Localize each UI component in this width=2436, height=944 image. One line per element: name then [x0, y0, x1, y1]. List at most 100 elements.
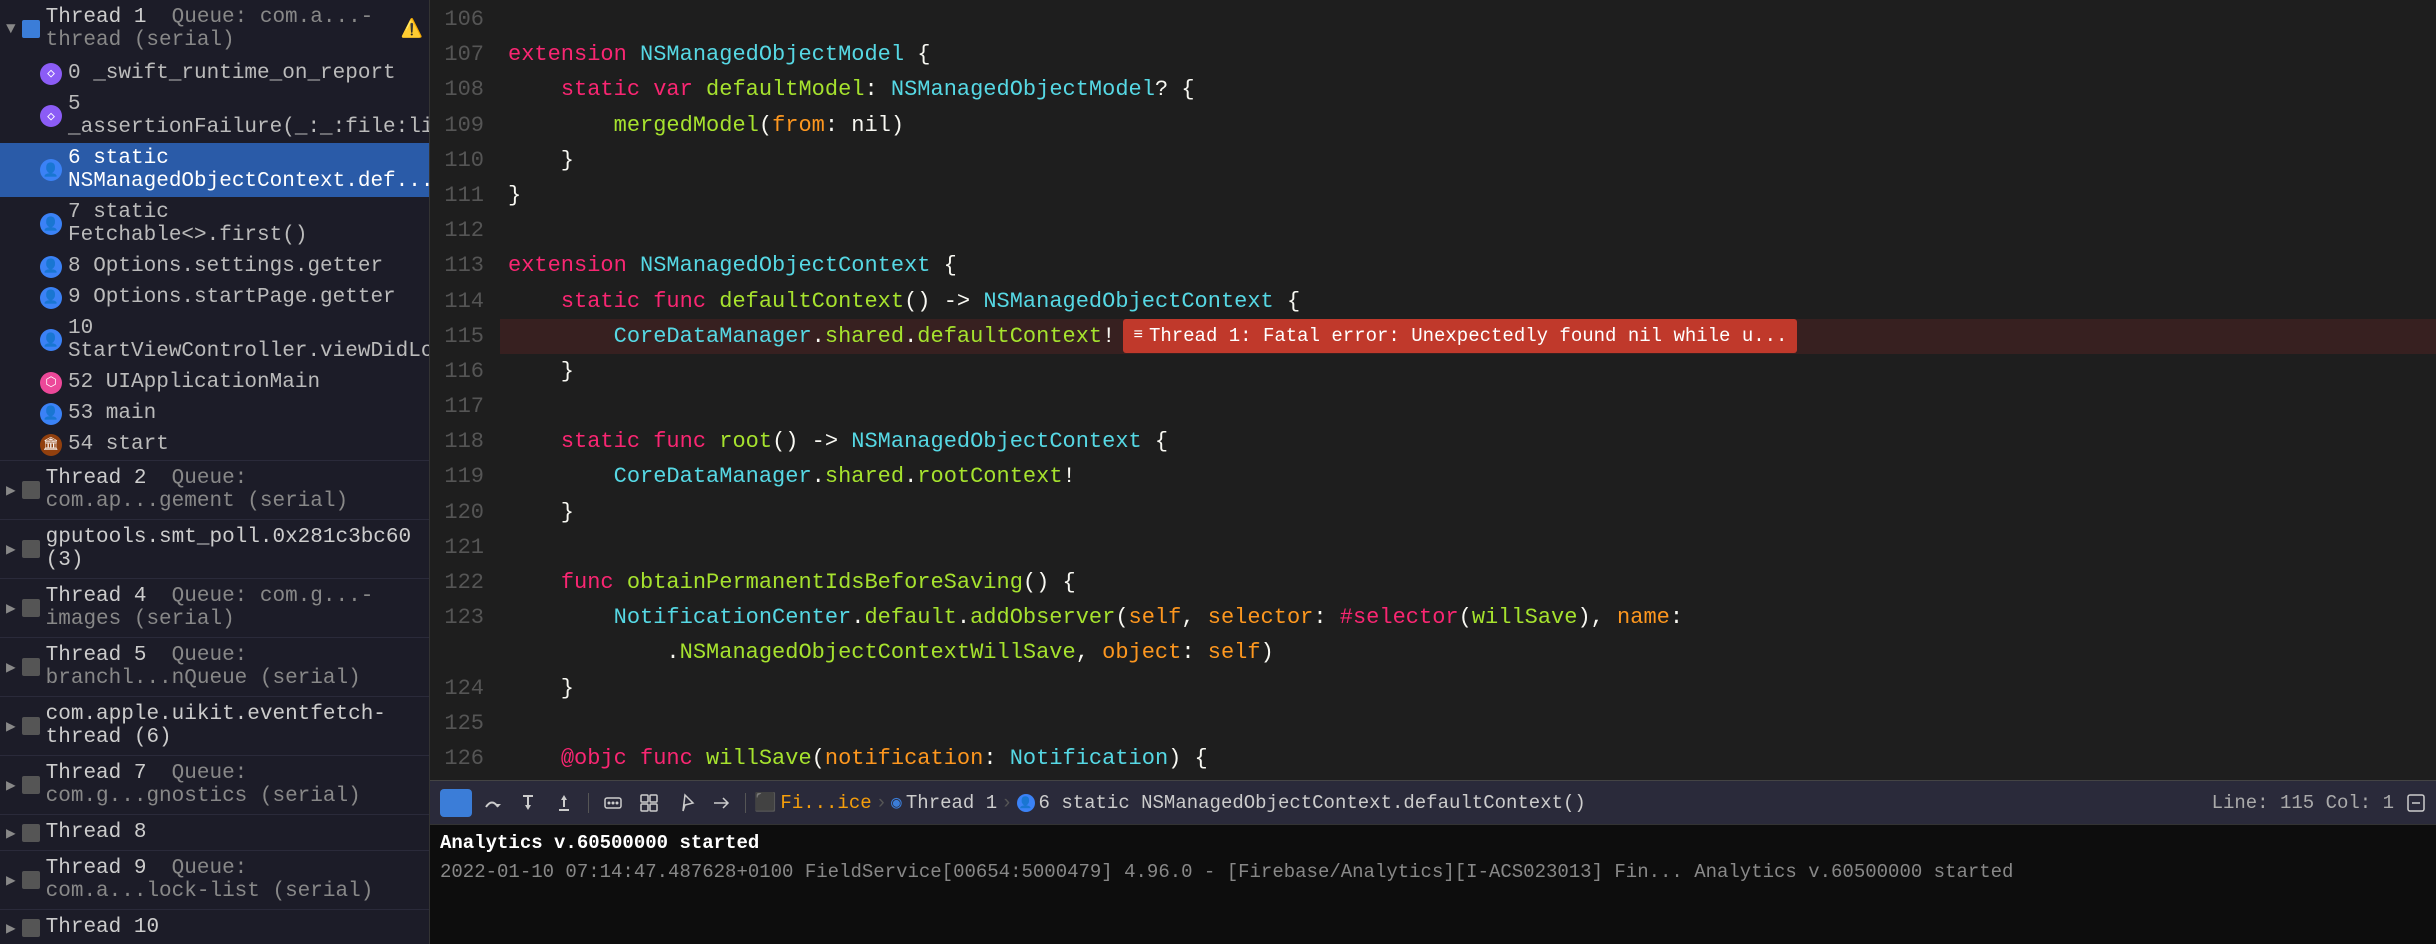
frame-7[interactable]: 👤 7 static Fetchable<>.first(): [0, 197, 429, 251]
param3-123b: object: [1102, 635, 1181, 670]
toolbar-stepover-btn[interactable]: [476, 789, 508, 817]
frame-5[interactable]: ◇ 5 _assertionFailure(_:_:file:line:flag…: [0, 89, 429, 143]
code-line-112: [500, 213, 2436, 248]
thread-10-icon: [22, 919, 40, 937]
thread-5-header[interactable]: ▶ Thread 5 Queue: branchl...nQueue (seri…: [0, 638, 429, 696]
toolbar-stepinto-btn[interactable]: [512, 789, 544, 817]
ln-122: 122: [430, 565, 484, 600]
brace-118: {: [1142, 424, 1168, 459]
param1-123: selector: [1208, 600, 1314, 635]
frame-7-label: 7 static Fetchable<>.first(): [68, 201, 419, 247]
args-123b: ,: [1076, 635, 1102, 670]
code-content: 106 107 108 109 110 111 112 113 114 115 …: [430, 0, 2436, 780]
colon-126: :: [983, 741, 1009, 776]
thread-1-header[interactable]: ▼ Thread 1 Queue: com.a...-thread (seria…: [0, 0, 429, 58]
code-line-110: }: [500, 143, 2436, 178]
frame-0-icon: ◇: [40, 63, 62, 85]
kw-extension-107: extension: [508, 37, 640, 72]
toolbar-play-btn[interactable]: [440, 789, 472, 817]
kw-var-108: var: [653, 72, 706, 107]
indent-119: [508, 459, 614, 494]
name-122: obtainPermanentIdsBeforeSaving: [627, 565, 1023, 600]
toolbar-stepout-btn[interactable]: [548, 789, 580, 817]
frame-0[interactable]: ◇ 0 _swift_runtime_on_report: [0, 58, 429, 89]
toolbar-arrow-btn[interactable]: [705, 789, 737, 817]
toolbar-collapse-btn[interactable]: [2406, 793, 2426, 813]
kw-selector: #selector: [1340, 600, 1459, 635]
self-123: self: [1129, 600, 1182, 635]
colon-108: :: [864, 72, 890, 107]
colon2-109: : nil): [825, 108, 904, 143]
brace-111: }: [508, 178, 521, 213]
thread-10-header[interactable]: ▶ Thread 10: [0, 910, 429, 944]
selectorargs: (: [1459, 600, 1472, 635]
code-line-123: NotificationCenter.default.addObserver(s…: [500, 600, 2436, 635]
ln-124: 124: [430, 671, 484, 706]
thread-group-6: ▶ com.apple.uikit.eventfetch-thread (6): [0, 697, 429, 756]
thread-6-header[interactable]: ▶ com.apple.uikit.eventfetch-thread (6): [0, 697, 429, 755]
dot2-123: .: [957, 600, 970, 635]
ln-125: 125: [430, 706, 484, 741]
code-line-108: static var defaultModel: NSManagedObject…: [500, 72, 2436, 107]
kw-func-118: func: [653, 424, 719, 459]
breadcrumb-frame[interactable]: 6 static NSManagedObjectContext.defaultC…: [1039, 792, 1586, 814]
frame-53[interactable]: 👤 53 main: [0, 398, 429, 429]
thread-8-expand-icon: ▶: [6, 823, 16, 843]
thread-9-header[interactable]: ▶ Thread 9 Queue: com.a...lock-list (ser…: [0, 851, 429, 909]
frame-8-label: 8 Options.settings.getter: [68, 255, 383, 278]
name-126: willSave: [706, 741, 812, 776]
ln-112: 112: [430, 213, 484, 248]
name-108: defaultModel: [706, 72, 864, 107]
prop1-119: shared: [825, 459, 904, 494]
breadcrumb-file[interactable]: Fi...ice: [780, 792, 871, 814]
breadcrumb-thread[interactable]: Thread 1: [906, 792, 997, 814]
code-line-120: }: [500, 495, 2436, 530]
code-line-123b: .NSManagedObjectContextWillSave, object:…: [500, 635, 2436, 670]
frame-54[interactable]: 🏛 54 start: [0, 429, 429, 460]
thread-gpu-header[interactable]: ▶ gputools.smt_poll.0x281c3bc60 (3): [0, 520, 429, 578]
code-line-124: }: [500, 671, 2436, 706]
thread-1-expand-icon: ▼: [6, 20, 16, 38]
frame-9-icon: 👤: [40, 287, 62, 309]
breadcrumb-area: ⬛ Fi...ice › ◉ Thread 1 › 👤 6 static NSM…: [754, 792, 2208, 814]
parens-122: () {: [1023, 565, 1076, 600]
ln-106: 106: [430, 2, 484, 37]
ln-118: 118: [430, 424, 484, 459]
frame-8[interactable]: 👤 8 Options.settings.getter: [0, 251, 429, 282]
code-line-117: [500, 389, 2436, 424]
frame-52[interactable]: ⬡ 52 UIApplicationMain: [0, 367, 429, 398]
frame-9[interactable]: 👤 9 Options.startPage.getter: [0, 282, 429, 313]
toolbar-memory-btn[interactable]: [597, 789, 629, 817]
param-126: notification: [825, 741, 983, 776]
ln-113: 113: [430, 248, 484, 283]
frame-6-label: 6 static NSManagedObjectContext.def...: [68, 147, 430, 193]
console-line-2: 2022-01-10 07:14:47.487628+0100 FieldSer…: [440, 858, 2426, 887]
thread-8-icon: [22, 824, 40, 842]
thread-6-icon: [22, 717, 40, 735]
call-109: mergedModel: [614, 108, 759, 143]
frame-6[interactable]: 👤 6 static NSManagedObjectContext.def...: [0, 143, 429, 197]
ln-119: 119: [430, 459, 484, 494]
kw-static-108: static: [561, 72, 653, 107]
frame-10[interactable]: 👤 10 StartViewController.viewDidLoad(): [0, 313, 429, 367]
collapse-icon: [2406, 793, 2426, 813]
dot2-115: .: [904, 319, 917, 354]
thread-4-header[interactable]: ▶ Thread 4 Queue: com.g...-images (seria…: [0, 579, 429, 637]
thread-2-header[interactable]: ▶ Thread 2 Queue: com.ap...gement (seria…: [0, 461, 429, 519]
thread-8-header[interactable]: ▶ Thread 8: [0, 815, 429, 850]
thread-7-label: Thread 7 Queue: com.g...gnostics (serial…: [46, 762, 423, 808]
ln-121: 121: [430, 530, 484, 565]
toolbar-view-btn[interactable]: [633, 789, 665, 817]
thread-7-header[interactable]: ▶ Thread 7 Queue: com.g...gnostics (seri…: [0, 756, 429, 814]
toolbar-location-btn[interactable]: [669, 789, 701, 817]
dot1-119: .: [812, 459, 825, 494]
indent-109: [508, 108, 614, 143]
bottom-toolbar: ⬛ Fi...ice › ◉ Thread 1 › 👤 6 static NSM…: [430, 780, 2436, 824]
code-line-121: [500, 530, 2436, 565]
dot1-115: .: [812, 319, 825, 354]
method-123: addObserver: [970, 600, 1115, 635]
code-line-119: CoreDataManager.shared.rootContext!: [500, 459, 2436, 494]
thread-group-10: ▶ Thread 10: [0, 910, 429, 944]
frame-5-label: 5 _assertionFailure(_:_:file:line:flags:…: [68, 93, 430, 139]
frame-54-icon: 🏛: [40, 434, 62, 456]
